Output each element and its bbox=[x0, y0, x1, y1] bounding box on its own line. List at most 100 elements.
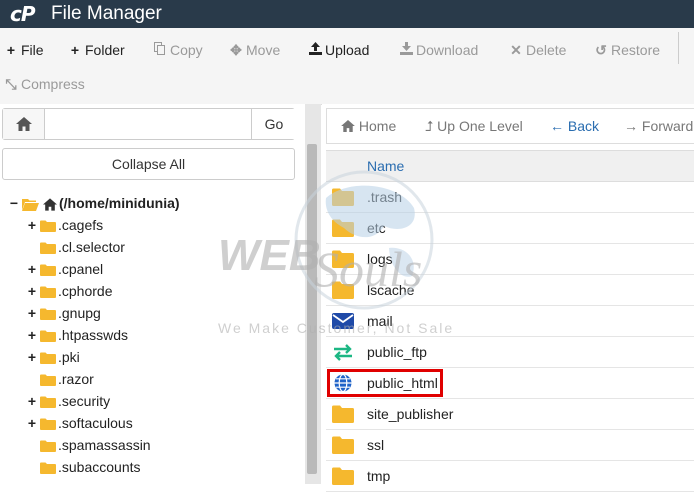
tree-item[interactable]: + .cagefs bbox=[26, 214, 103, 236]
mail-icon bbox=[332, 313, 354, 329]
file-row[interactable]: etc bbox=[326, 213, 694, 244]
back-button[interactable]: ← Back bbox=[550, 109, 599, 143]
level-up-icon: ⮥ bbox=[425, 118, 434, 134]
path-input[interactable] bbox=[45, 109, 251, 139]
tree-scrollbar[interactable] bbox=[305, 104, 321, 484]
file-row[interactable]: mail bbox=[326, 306, 694, 337]
tree-root[interactable]: − (/home/minidunia) bbox=[8, 192, 180, 214]
tree-item[interactable]: .subaccounts bbox=[26, 456, 141, 478]
file-button[interactable]: + File bbox=[4, 39, 44, 61]
move-icon: ✥ bbox=[230, 42, 242, 58]
file-name[interactable]: .trash bbox=[367, 182, 402, 212]
tree-item[interactable]: .razor bbox=[26, 368, 94, 390]
tree-root-label: (/home/minidunia) bbox=[59, 195, 180, 211]
collapse-toggle-icon[interactable]: − bbox=[8, 192, 20, 214]
file-name[interactable]: public_ftp bbox=[367, 337, 427, 367]
tree-item[interactable]: .spamassassin bbox=[26, 434, 151, 456]
tree-item-label: .security bbox=[58, 393, 111, 409]
toolbar-divider bbox=[678, 32, 679, 64]
file-row[interactable]: site_publisher bbox=[326, 399, 694, 430]
copy-button[interactable]: Copy bbox=[153, 39, 203, 61]
restore-button[interactable]: ↺ Restore bbox=[594, 39, 660, 61]
home-directory-button[interactable] bbox=[3, 109, 45, 139]
scrollbar-thumb[interactable] bbox=[307, 144, 317, 474]
move-button-label: Move bbox=[246, 42, 281, 58]
file-panel: Home ⮥ Up One Level ← Back → Forward Nam… bbox=[322, 104, 694, 492]
tree-item-label: .subaccounts bbox=[58, 459, 141, 475]
expand-toggle-icon[interactable]: + bbox=[26, 258, 38, 280]
plus-icon: + bbox=[6, 42, 16, 58]
folder-button[interactable]: + Folder bbox=[68, 39, 125, 61]
file-row[interactable]: logs bbox=[326, 244, 694, 275]
cpanel-logo[interactable]: cP bbox=[10, 2, 35, 26]
tree-item[interactable]: + .cphorde bbox=[26, 280, 113, 302]
move-button[interactable]: ✥ Move bbox=[229, 39, 280, 61]
folder-icon bbox=[40, 396, 56, 409]
file-row[interactable]: lscache bbox=[326, 275, 694, 306]
upload-icon bbox=[308, 39, 322, 61]
file-name[interactable]: logs bbox=[367, 244, 393, 274]
title-bar: cP File Manager bbox=[0, 0, 694, 28]
arrow-right-icon: → bbox=[624, 118, 638, 134]
expand-toggle-icon[interactable]: + bbox=[26, 324, 38, 346]
download-button[interactable]: Download bbox=[399, 39, 478, 61]
home-button[interactable]: Home bbox=[341, 109, 396, 143]
folder-icon bbox=[332, 250, 354, 268]
tree-item[interactable]: + .security bbox=[26, 390, 110, 412]
path-search: Go bbox=[2, 108, 296, 140]
tree-item[interactable]: + .pki bbox=[26, 346, 80, 368]
file-row[interactable]: tmp bbox=[326, 461, 694, 492]
folder-icon bbox=[40, 264, 56, 277]
file-name[interactable]: site_publisher bbox=[367, 399, 453, 429]
file-name[interactable]: mail bbox=[367, 306, 393, 336]
tree-item-label: .cagefs bbox=[58, 217, 104, 233]
folder-icon bbox=[40, 418, 56, 431]
home-icon bbox=[341, 120, 355, 132]
delete-button[interactable]: ✕ Delete bbox=[509, 39, 566, 61]
file-row[interactable]: public_ftp bbox=[326, 337, 694, 368]
delete-button-label: Delete bbox=[526, 42, 567, 58]
expand-toggle-icon[interactable]: + bbox=[26, 390, 38, 412]
tree-item[interactable]: + .gnupg bbox=[26, 302, 101, 324]
home-icon bbox=[15, 117, 32, 131]
tree-item-label: .pki bbox=[58, 349, 80, 365]
restore-icon: ↺ bbox=[595, 42, 607, 58]
expand-toggle-icon[interactable]: + bbox=[26, 280, 38, 302]
file-row[interactable]: .trash bbox=[326, 182, 694, 213]
back-button-label: Back bbox=[567, 118, 600, 134]
file-row[interactable]: ssl bbox=[326, 430, 694, 461]
forward-button[interactable]: → Forward bbox=[624, 109, 693, 143]
directory-panel: Go Collapse All − (/home/minidunia) + .cag… bbox=[0, 104, 305, 484]
app-title: File Manager bbox=[51, 3, 162, 24]
tree-item-label: .softaculous bbox=[58, 415, 133, 431]
expand-toggle-icon[interactable]: + bbox=[26, 346, 38, 368]
folder-icon bbox=[332, 405, 354, 423]
tree-item[interactable]: .cl.selector bbox=[26, 236, 125, 258]
file-name[interactable]: lscache bbox=[367, 275, 414, 305]
expand-toggle-icon[interactable]: + bbox=[26, 412, 38, 434]
tree-item-label: .cl.selector bbox=[58, 239, 125, 255]
go-button[interactable]: Go bbox=[251, 109, 296, 139]
tree-item-label: .gnupg bbox=[58, 305, 101, 321]
tree-item[interactable]: + .cpanel bbox=[26, 258, 103, 280]
folder-icon bbox=[332, 281, 354, 299]
tree-item-label: .spamassassin bbox=[58, 437, 151, 453]
copy-icon bbox=[153, 39, 167, 61]
collapse-all-button[interactable]: Collapse All bbox=[2, 148, 295, 180]
file-name[interactable]: ssl bbox=[367, 430, 384, 460]
expand-toggle-icon[interactable]: + bbox=[26, 302, 38, 324]
file-name[interactable]: tmp bbox=[367, 461, 390, 491]
toolbar: + File + Folder Copy ✥ Move Upload Download… bbox=[0, 28, 694, 105]
expand-toggle-icon[interactable]: + bbox=[26, 214, 38, 236]
up-one-level-button[interactable]: ⮥ Up One Level bbox=[425, 109, 523, 143]
compress-button[interactable]: ⤡ Compress bbox=[4, 73, 84, 95]
file-name[interactable]: etc bbox=[367, 213, 386, 243]
tree-item[interactable]: + .htpasswds bbox=[26, 324, 128, 346]
tree-item[interactable]: + .softaculous bbox=[26, 412, 133, 434]
file-row[interactable]: public_html bbox=[326, 368, 694, 399]
home-icon bbox=[43, 198, 57, 211]
close-icon: ✕ bbox=[510, 42, 522, 58]
column-header-name[interactable]: Name bbox=[326, 150, 694, 182]
folder-icon bbox=[40, 308, 56, 321]
upload-button[interactable]: Upload bbox=[308, 39, 369, 61]
